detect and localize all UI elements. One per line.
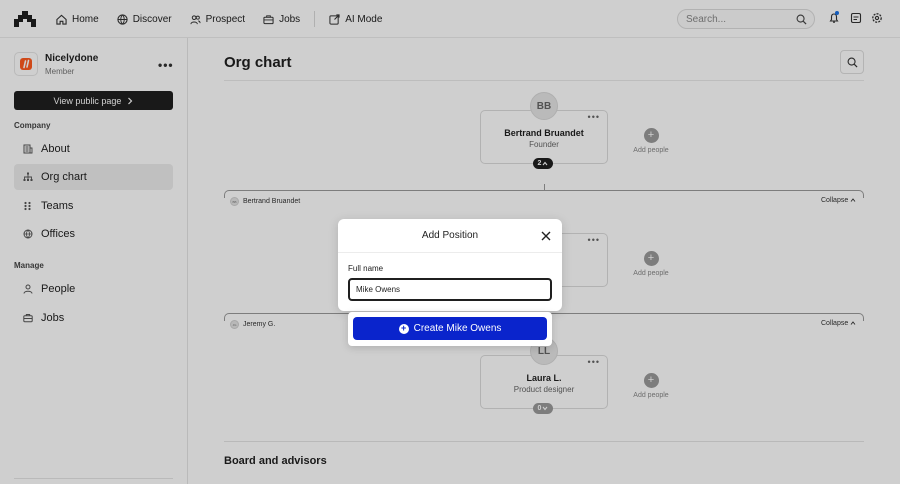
dialog-divider [338, 252, 562, 253]
full-name-label: Full name [348, 264, 384, 273]
close-icon[interactable] [540, 230, 552, 242]
plus-circle-icon: + [398, 323, 409, 334]
full-name-input[interactable] [348, 278, 552, 301]
create-position-button[interactable]: + Create Mike Owens [353, 317, 547, 340]
create-suggestion-popup: + Create Mike Owens [348, 312, 552, 346]
add-position-dialog: Add Position Full name [338, 219, 562, 311]
dialog-title: Add Position [421, 230, 479, 241]
